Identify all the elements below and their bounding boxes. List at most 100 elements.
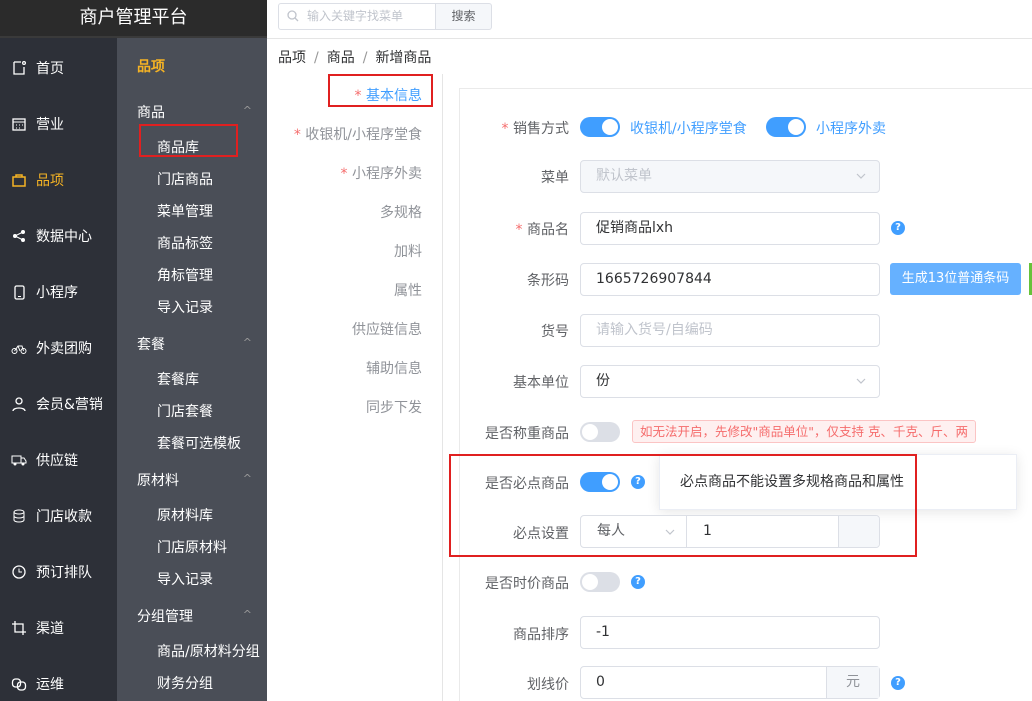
nav-subitem[interactable]: 商品标签 xyxy=(157,233,213,253)
nav-group[interactable]: 套餐 ^ xyxy=(137,334,257,354)
nav-item[interactable]: 会员&营销 xyxy=(0,376,117,432)
required-marker: * xyxy=(293,127,306,143)
weighted-label: 是否称重商品 xyxy=(485,426,569,442)
pos-dinein-switch[interactable] xyxy=(580,117,620,137)
nav-item-label: 小程序 xyxy=(36,285,78,301)
per-select[interactable]: 每人 xyxy=(581,516,687,547)
nav-item[interactable]: 数据中心 xyxy=(0,208,117,264)
nav-item[interactable]: 预订排队 xyxy=(0,544,117,600)
required-setting-group: 每人 1 xyxy=(580,515,880,548)
calendar-icon xyxy=(11,116,27,132)
breadcrumb-item[interactable]: 商品 xyxy=(327,50,355,66)
takeout-switch[interactable] xyxy=(766,117,806,137)
barcode-input[interactable]: 1665726907844 xyxy=(580,263,880,296)
weighted-switch[interactable] xyxy=(580,422,620,442)
nav-item[interactable]: 门店收款 xyxy=(0,488,117,544)
section-tab[interactable]: * 小程序外卖 xyxy=(341,163,422,183)
section-tab[interactable]: * 基本信息 xyxy=(355,85,422,105)
nav-item-label: 营业 xyxy=(36,117,64,133)
sku-input[interactable]: 请输入货号/自编码 xyxy=(580,314,880,347)
truck-icon xyxy=(11,452,27,468)
section-tab[interactable]: 多规格 xyxy=(380,202,422,222)
nav-subitem[interactable]: 门店套餐 xyxy=(157,401,213,421)
weighted-warning: 如无法开启，先修改"商品单位"，仅支持 克、千克、斤、两 xyxy=(632,420,976,443)
nav-subitem[interactable]: 商品/原材料分组 xyxy=(157,641,260,661)
nav-item-label: 首页 xyxy=(36,61,64,77)
section-tab-label: 小程序外卖 xyxy=(352,166,422,182)
nav-item[interactable]: 首页 xyxy=(0,40,117,96)
home-icon xyxy=(11,60,27,76)
nav-item-label: 供应链 xyxy=(36,453,78,469)
currency-suffix: 元 xyxy=(826,667,879,698)
required-item-switch[interactable] xyxy=(580,472,620,492)
nav-item[interactable]: 外卖团购 xyxy=(0,320,117,376)
breadcrumb-item[interactable]: 品项 xyxy=(278,50,306,66)
section-tabs: * 基本信息 * 收银机/小程序堂食 * 小程序外卖 多规格 加料 属性 供应链信息 辅助信息… xyxy=(277,74,443,701)
secondary-nav-header: 品项 xyxy=(137,59,165,75)
nav-group-label: 商品 xyxy=(137,105,165,121)
chevron-down-icon xyxy=(665,529,675,535)
bag-icon xyxy=(11,172,27,188)
chevron-up-icon: ^ xyxy=(242,608,252,621)
secondary-sidebar: 品项 商品 ^ 商品库 门店商品 菜单管理 商品标签 角标管理 导入记录 套餐 ^ 套餐库 门店套餐 套餐… xyxy=(117,38,267,701)
section-tab[interactable]: * 收银机/小程序堂食 xyxy=(294,124,422,144)
phone-icon xyxy=(11,284,27,300)
section-tab[interactable]: 同步下发 xyxy=(366,397,422,417)
search-button[interactable]: 搜索 xyxy=(435,3,492,30)
chevron-down-icon xyxy=(856,173,866,179)
nav-item-label: 会员&营销 xyxy=(36,397,103,413)
unit-select[interactable]: 份 xyxy=(580,365,880,398)
help-icon[interactable]: ? xyxy=(891,676,905,690)
product-name-input[interactable]: 促销商品lxh xyxy=(580,212,880,245)
required-setting-label: 必点设置 xyxy=(513,526,569,542)
menu-search-input[interactable]: 输入关键字找菜单 xyxy=(278,3,436,30)
nav-item[interactable]: 渠道 xyxy=(0,600,117,656)
required-count-input[interactable]: 1 xyxy=(687,516,838,547)
nav-item[interactable]: 供应链 xyxy=(0,432,117,488)
nav-item[interactable]: 品项 xyxy=(0,152,117,208)
app-title: 商户管理平台 xyxy=(0,0,267,38)
strike-price-input[interactable]: 0 xyxy=(581,667,826,698)
section-tab-label: 收银机/小程序堂食 xyxy=(305,127,422,143)
help-icon[interactable]: ? xyxy=(631,475,645,489)
nav-item[interactable]: 运维 xyxy=(0,656,117,701)
required-item-label: 是否必点商品 xyxy=(485,476,569,492)
sort-input[interactable]: -1 xyxy=(580,616,880,649)
pos-dinein-label: 收银机/小程序堂食 xyxy=(630,121,747,137)
section-tab-label: 属性 xyxy=(394,283,422,299)
market-price-switch[interactable] xyxy=(580,572,620,592)
generate-barcode-button[interactable]: 生成13位普通条码 xyxy=(890,263,1021,295)
section-tab[interactable]: 供应链信息 xyxy=(352,319,422,339)
nav-subitem[interactable]: 财务分组 xyxy=(157,673,213,693)
nav-subitem[interactable]: 角标管理 xyxy=(157,265,213,285)
nav-item-label: 外卖团购 xyxy=(36,341,92,357)
nav-item[interactable]: 营业 xyxy=(0,96,117,152)
nav-group[interactable]: 原材料 ^ xyxy=(137,470,257,490)
nav-subitem[interactable]: 菜单管理 xyxy=(157,201,213,221)
nav-item[interactable]: 小程序 xyxy=(0,264,117,320)
nav-subitem[interactable]: 套餐可选模板 xyxy=(157,433,241,453)
required-marker: * xyxy=(340,166,352,182)
nav-subitem[interactable]: 原材料库 xyxy=(157,505,213,525)
sort-label: 商品排序 xyxy=(513,627,569,643)
section-tab[interactable]: 辅助信息 xyxy=(366,358,422,378)
nav-group[interactable]: 分组管理 ^ xyxy=(137,606,257,626)
section-tab[interactable]: 属性 xyxy=(394,280,422,300)
menu-select[interactable]: 默认菜单 xyxy=(580,160,880,193)
nav-group[interactable]: 商品 ^ xyxy=(137,102,257,122)
help-icon[interactable]: ? xyxy=(891,221,905,235)
nav-subitem[interactable]: 门店原材料 xyxy=(157,537,227,557)
help-icon[interactable]: ? xyxy=(631,575,645,589)
breadcrumb: 品项 / 商品 / 新增商品 xyxy=(278,50,432,66)
required-marker: * xyxy=(354,88,366,104)
crop-icon xyxy=(11,620,27,636)
nav-subitem[interactable]: 导入记录 xyxy=(157,569,213,589)
section-tab[interactable]: 加料 xyxy=(394,241,422,261)
chevron-down-icon xyxy=(856,378,866,384)
nav-subitem[interactable]: 门店商品 xyxy=(157,169,213,189)
nav-subitem[interactable]: 商品库 xyxy=(157,137,199,157)
nav-subitem[interactable]: 导入记录 xyxy=(157,297,213,317)
chevron-up-icon: ^ xyxy=(242,472,252,485)
section-tab-label: 同步下发 xyxy=(366,400,422,416)
nav-subitem[interactable]: 套餐库 xyxy=(157,369,199,389)
